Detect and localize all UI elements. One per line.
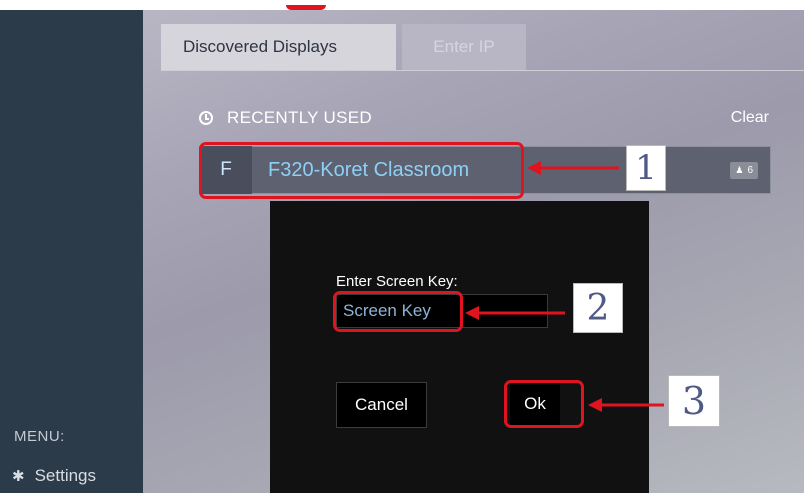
cancel-button[interactable]: Cancel bbox=[336, 382, 427, 428]
arrow-step3 bbox=[588, 398, 664, 412]
arrow-step1 bbox=[527, 161, 619, 175]
menu-label: MENU: bbox=[14, 428, 65, 445]
highlight-display bbox=[199, 142, 524, 199]
step-label-1: 1 bbox=[626, 145, 666, 191]
step-label-2: 2 bbox=[573, 283, 623, 333]
settings-label: Settings bbox=[34, 466, 97, 485]
recently-used-header: RECENTLY USED Clear bbox=[199, 108, 769, 128]
sidebar: MENU: ✱ Settings bbox=[0, 10, 143, 493]
gear-icon: ✱ bbox=[12, 468, 25, 485]
user-count-badge: ♟ 6 bbox=[730, 162, 758, 179]
clock-icon bbox=[199, 111, 213, 125]
arrow-step2 bbox=[465, 306, 565, 320]
app-frame: MENU: ✱ Settings Discovered Displays Ent… bbox=[0, 0, 804, 493]
step-label-3: 3 bbox=[668, 375, 720, 427]
screen-key-dialog: Enter Screen Key: Cancel Ok bbox=[270, 201, 649, 493]
recently-used-title: RECENTLY USED bbox=[227, 108, 372, 127]
user-count: 6 bbox=[747, 165, 753, 176]
tab-discovered-displays[interactable]: Discovered Displays bbox=[161, 24, 396, 70]
tab-bar: Discovered Displays Enter IP bbox=[161, 24, 526, 70]
tab-divider bbox=[161, 70, 804, 71]
clear-button[interactable]: Clear bbox=[731, 109, 769, 127]
highlight-input bbox=[333, 291, 463, 332]
tab-enter-ip[interactable]: Enter IP bbox=[402, 24, 526, 70]
screen-key-prompt: Enter Screen Key: bbox=[336, 273, 458, 290]
person-icon: ♟ bbox=[735, 165, 744, 175]
sidebar-item-settings[interactable]: ✱ Settings bbox=[12, 466, 96, 486]
highlight-ok bbox=[504, 380, 584, 428]
